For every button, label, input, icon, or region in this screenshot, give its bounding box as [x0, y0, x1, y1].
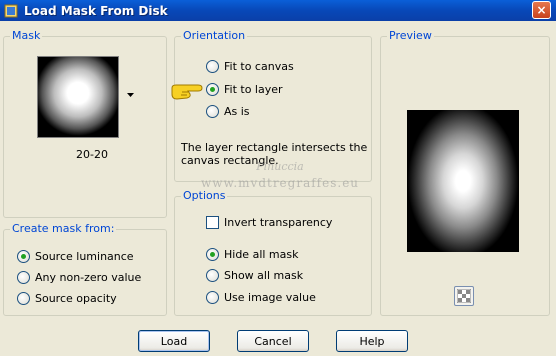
preview-toggle-button[interactable]	[454, 286, 474, 306]
orientation-fit-to-layer-label: Fit to layer	[224, 82, 283, 96]
source-opacity-label: Source opacity	[35, 291, 117, 305]
load-button[interactable]: Load	[138, 330, 210, 352]
radio-as-is[interactable]	[206, 104, 219, 118]
any-non-zero-option[interactable]: Any non-zero value	[17, 269, 141, 285]
title-bar: Load Mask From Disk ×	[0, 0, 556, 21]
any-non-zero-label: Any non-zero value	[35, 270, 142, 284]
orientation-fit-to-canvas[interactable]: Fit to canvas	[206, 58, 294, 74]
source-luminance-label: Source luminance	[35, 249, 134, 263]
use-image-value-label: Use image value	[224, 290, 316, 304]
show-all-mask-label: Show all mask	[224, 268, 304, 282]
watermark-line-1: Pinuccia	[256, 160, 304, 173]
radio-fit-to-layer[interactable]	[206, 82, 219, 96]
radio-use-image-value[interactable]	[206, 290, 219, 304]
invert-transparency-option[interactable]: Invert transparency	[206, 214, 332, 230]
mask-name: 20-20	[76, 148, 108, 161]
window-title: Load Mask From Disk	[24, 3, 168, 18]
orientation-legend: Orientation	[181, 29, 248, 43]
orientation-fit-to-canvas-label: Fit to canvas	[224, 59, 294, 73]
orientation-fit-to-layer[interactable]: Fit to layer	[206, 81, 283, 97]
radio-source-luminance[interactable]	[17, 249, 30, 263]
radio-source-opacity[interactable]	[17, 291, 30, 305]
orientation-info-line-1: The layer rectangle intersects the	[181, 141, 368, 154]
radio-any-non-zero[interactable]	[17, 270, 30, 284]
source-luminance-option[interactable]: Source luminance	[17, 248, 134, 264]
load-button-label: Load	[160, 334, 188, 348]
orientation-as-is[interactable]: As is	[206, 103, 250, 119]
cancel-button-label: Cancel	[254, 334, 292, 348]
help-button[interactable]: Help	[336, 330, 408, 352]
preview-mask-render	[407, 110, 519, 252]
preview-image	[407, 110, 519, 252]
create-mask-from-legend: Create mask from:	[10, 222, 117, 236]
checkerboard-icon	[457, 289, 471, 303]
mask-legend: Mask	[10, 29, 43, 43]
hide-all-mask-label: Hide all mask	[224, 247, 299, 261]
cancel-button[interactable]: Cancel	[237, 330, 309, 352]
hide-all-mask-option[interactable]: Hide all mask	[206, 246, 298, 262]
use-image-value-option[interactable]: Use image value	[206, 289, 316, 305]
radio-hide-all-mask[interactable]	[206, 247, 219, 261]
mask-thumbnail-image	[38, 57, 118, 137]
invert-transparency-checkbox[interactable]	[206, 215, 219, 229]
close-button[interactable]: ×	[532, 1, 551, 19]
help-button-label: Help	[359, 334, 385, 348]
source-opacity-option[interactable]: Source opacity	[17, 290, 117, 306]
pointing-hand-icon	[171, 84, 203, 100]
chevron-down-icon[interactable]	[127, 93, 134, 98]
mask-thumbnail[interactable]	[37, 56, 119, 138]
orientation-as-is-label: As is	[224, 104, 250, 118]
radio-show-all-mask[interactable]	[206, 268, 219, 282]
close-icon: ×	[536, 3, 547, 17]
invert-transparency-label: Invert transparency	[224, 215, 333, 229]
show-all-mask-option[interactable]: Show all mask	[206, 267, 303, 283]
options-legend: Options	[181, 189, 228, 203]
preview-legend: Preview	[387, 29, 434, 43]
radio-fit-to-canvas[interactable]	[206, 59, 219, 73]
app-icon	[4, 4, 18, 17]
